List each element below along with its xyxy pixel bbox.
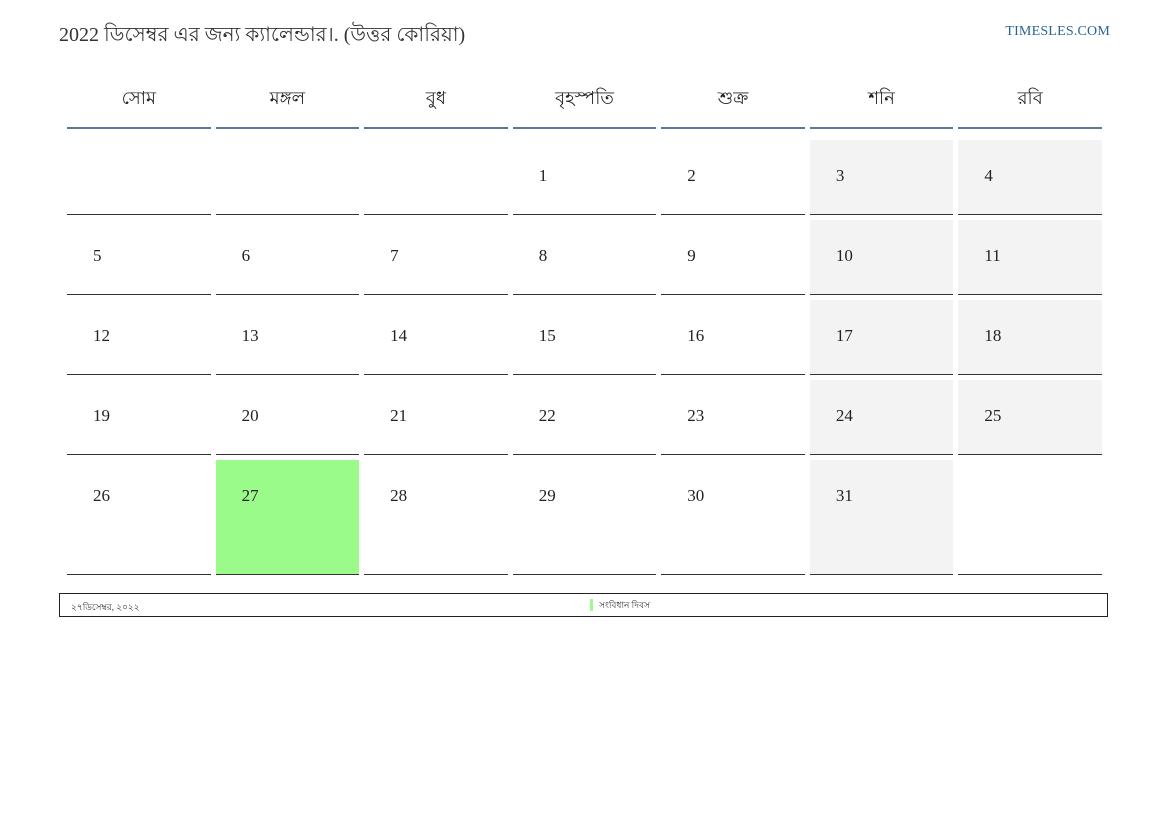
- day-cell: 22: [512, 375, 657, 455]
- day-number: 1: [538, 166, 548, 185]
- day-cell: 23: [661, 375, 805, 455]
- day-number: 22: [538, 406, 556, 425]
- weekday-monday: সোম: [67, 72, 211, 129]
- day-cell: 12: [67, 295, 211, 375]
- week-row: 19 20 21 22 23 24 25: [67, 375, 1102, 455]
- week-row: 12 13 14 15 16 17 18: [67, 295, 1102, 375]
- day-number: 17: [835, 326, 853, 345]
- day-number: 28: [390, 486, 408, 505]
- day-number: 25: [984, 406, 1002, 425]
- weekday-tuesday: মঙ্গল: [215, 72, 360, 129]
- day-cell-weekend: 4: [958, 135, 1102, 215]
- day-cell-empty: [958, 455, 1102, 575]
- day-number: 8: [538, 246, 548, 265]
- day-cell: 8: [512, 215, 657, 295]
- weekday-friday: শুক্র: [661, 72, 805, 129]
- day-cell: 7: [364, 215, 508, 295]
- day-cell: 13: [215, 295, 360, 375]
- day-number: 15: [538, 326, 556, 345]
- day-number: 23: [687, 406, 705, 425]
- day-number: 3: [835, 166, 845, 185]
- day-cell: 26: [67, 455, 211, 575]
- day-number: 6: [241, 246, 251, 265]
- site-link[interactable]: TIMESLES.COM: [1005, 24, 1110, 40]
- weekday-wednesday: বুধ: [364, 72, 508, 129]
- day-cell: 14: [364, 295, 508, 375]
- day-cell-weekend: 25: [958, 375, 1102, 455]
- day-cell: 21: [364, 375, 508, 455]
- day-cell-weekend: 11: [958, 215, 1102, 295]
- day-number: 21: [390, 406, 408, 425]
- day-cell-holiday: 27: [215, 455, 360, 575]
- day-cell-weekend: 31: [809, 455, 954, 575]
- week-row: 26 27 28 29 30 31: [67, 455, 1102, 575]
- day-cell: 16: [661, 295, 805, 375]
- calendar-grid: সোম মঙ্গল বুধ বৃহস্পতি শুক্র শনি রবি 1 2…: [62, 72, 1107, 575]
- day-number: 27: [241, 486, 259, 505]
- day-number: 26: [93, 486, 110, 505]
- week-row: 1 2 3 4: [67, 135, 1102, 215]
- day-number: 7: [390, 246, 399, 265]
- day-cell: [215, 135, 360, 215]
- day-number: 4: [984, 166, 993, 185]
- day-number: 9: [687, 246, 696, 265]
- day-number: 12: [93, 326, 110, 345]
- day-cell: 19: [67, 375, 211, 455]
- day-number: 24: [835, 406, 853, 425]
- day-number: 5: [93, 246, 102, 265]
- day-cell: 5: [67, 215, 211, 295]
- day-number: 2: [687, 166, 696, 185]
- day-cell: 15: [512, 295, 657, 375]
- week-row: 5 6 7 8 9 10 11: [67, 215, 1102, 295]
- day-cell-weekend: 18: [958, 295, 1102, 375]
- day-cell: 29: [512, 455, 657, 575]
- day-cell-weekend: 10: [809, 215, 954, 295]
- weekday-thursday: বৃহস্পতি: [512, 72, 657, 129]
- day-cell: 6: [215, 215, 360, 295]
- day-number: 11: [984, 246, 1001, 265]
- day-cell-weekend: 17: [809, 295, 954, 375]
- day-cell-weekend: 3: [809, 135, 954, 215]
- day-number: 10: [835, 246, 853, 265]
- weekday-sunday: রবি: [958, 72, 1102, 129]
- day-number: 19: [93, 406, 110, 425]
- day-number: 30: [687, 486, 705, 505]
- day-cell: 1: [512, 135, 657, 215]
- day-cell: 2: [661, 135, 805, 215]
- holiday-legend: ২৭ডিসেম্বর, ২০২২ সংবিধান দিবস: [59, 593, 1108, 617]
- legend-holiday-name: সংবিধান দিবস: [590, 599, 650, 611]
- weekday-saturday: শনি: [809, 72, 954, 129]
- day-number: 31: [835, 486, 853, 505]
- legend-date: ২৭ডিসেম্বর, ২০২২: [71, 602, 140, 612]
- day-number: 20: [241, 406, 259, 425]
- day-cell: 20: [215, 375, 360, 455]
- day-number: 18: [984, 326, 1002, 345]
- page-title: 2022 ডিসেম্বর এর জন্য ক্যালেন্ডার।. (উত্…: [59, 24, 466, 46]
- day-number: 13: [241, 326, 259, 345]
- day-cell: 28: [364, 455, 508, 575]
- day-cell: [364, 135, 508, 215]
- day-cell-weekend: 24: [809, 375, 954, 455]
- day-number: 29: [538, 486, 556, 505]
- day-cell: 9: [661, 215, 805, 295]
- day-cell: [67, 135, 211, 215]
- day-number: 16: [687, 326, 705, 345]
- day-number: 14: [390, 326, 408, 345]
- day-cell: 30: [661, 455, 805, 575]
